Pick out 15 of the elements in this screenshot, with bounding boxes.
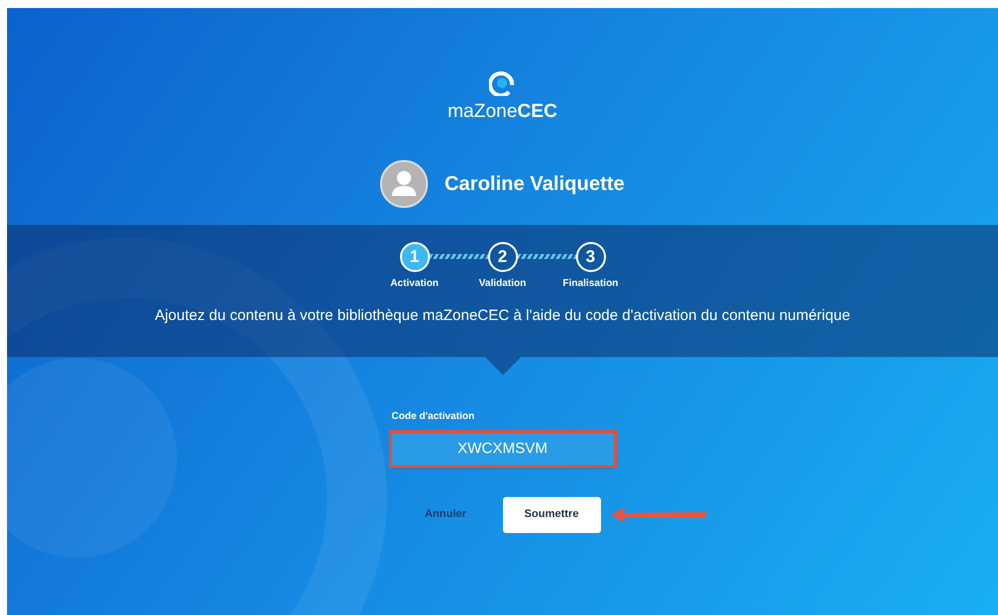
band-pointer <box>484 356 520 374</box>
submit-button[interactable]: Soumettre <box>502 496 600 532</box>
step-label: Validation <box>478 276 526 290</box>
description-text: Ajoutez du contenu à votre bibliothèque maZoneCEC à l'aide du code d'activation du contenu numérique <box>154 306 850 326</box>
step-connector <box>430 254 488 258</box>
step-label: Activation <box>390 276 439 290</box>
avatar-icon <box>380 160 428 208</box>
logo-text: maZoneCEC <box>448 100 558 124</box>
step-connector <box>518 254 576 258</box>
step-label: Finalisation <box>562 276 618 290</box>
step-circle[interactable]: 3 <box>576 242 606 272</box>
step-circle[interactable]: 2 <box>488 242 518 272</box>
logo-icon <box>489 70 516 96</box>
field-label: Code d'activation <box>392 410 476 424</box>
user-name: Caroline Valiquette <box>444 172 625 196</box>
